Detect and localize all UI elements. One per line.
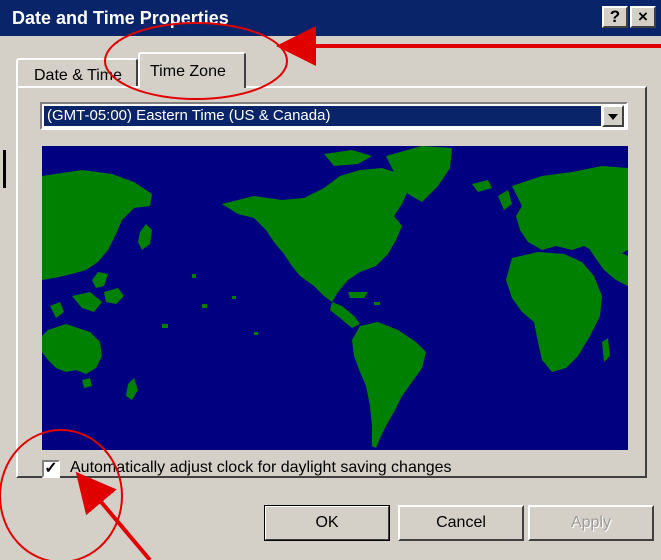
dropdown-arrow-icon[interactable] [602,105,624,127]
tab-date-time-label: Date & Time [34,67,123,84]
tab-time-zone-label: Time Zone [150,63,226,80]
stray-edge-mark [3,150,6,188]
close-icon[interactable]: × [630,6,656,28]
checkmark-icon: ✓ [44,460,58,477]
timezone-selected-value: (GMT-05:00) Eastern Time (US & Canada) [44,106,601,126]
ok-button[interactable]: OK [264,505,390,541]
tab-join [140,86,244,89]
timezone-select[interactable]: (GMT-05:00) Eastern Time (US & Canada) [40,102,628,130]
cancel-button[interactable]: Cancel [398,505,524,541]
tab-time-zone[interactable]: Time Zone [138,52,246,88]
daylight-saving-checkbox[interactable]: ✓ [42,460,60,478]
daylight-saving-label[interactable]: Automatically adjust clock for daylight … [70,459,452,477]
tab-date-time[interactable]: Date & Time [16,58,138,88]
help-icon[interactable]: ? [602,6,628,28]
world-map [42,146,628,450]
world-map-graphic [42,146,628,448]
title-bar[interactable]: Date and Time Properties ? × [0,0,661,36]
dialog-window: Date and Time Properties ? × Date & Time… [0,0,661,560]
apply-button: Apply [528,505,654,541]
window-title: Date and Time Properties [12,8,229,28]
